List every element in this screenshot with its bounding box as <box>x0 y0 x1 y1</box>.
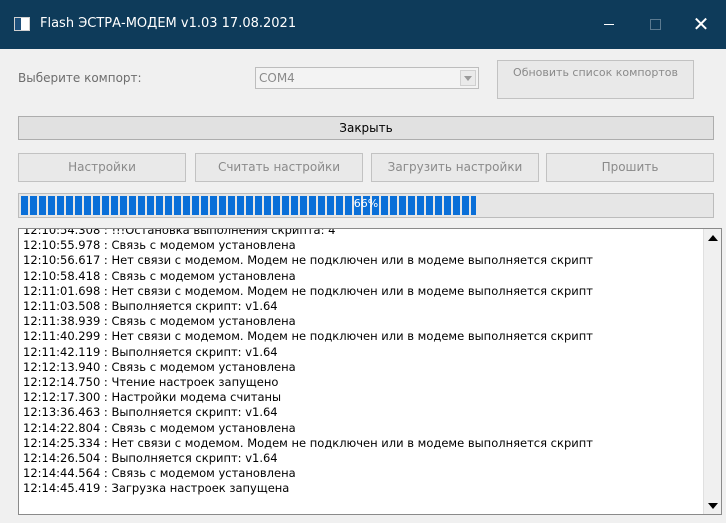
log-line: 12:11:40.299 : Нет связи с модемом. Моде… <box>23 329 593 344</box>
log-line: 12:10:55.978 : Связь с модемом установле… <box>23 238 296 253</box>
window-close-button[interactable]: ✕ <box>678 0 724 49</box>
maximize-button <box>632 0 678 49</box>
port-select[interactable]: COM4 <box>255 67 479 89</box>
chevron-down-icon[interactable] <box>460 70 476 86</box>
port-select-value: COM4 <box>259 71 295 85</box>
settings-button[interactable]: Настройки <box>18 153 186 182</box>
scroll-down-icon[interactable] <box>704 497 721 514</box>
log-line: 12:11:38.939 : Связь с модемом установле… <box>23 314 296 329</box>
log-line: 12:10:58.418 : Связь с модемом установле… <box>23 268 296 283</box>
log-scrollbar[interactable] <box>703 229 721 514</box>
log-line: 12:14:44.564 : Связь с модемом установле… <box>23 466 296 481</box>
log-line: 12:11:42.119 : Выполняется скрипт: v1.64 <box>23 344 278 359</box>
refresh-ports-button[interactable]: Обновить список компортов <box>497 60 694 99</box>
log-line: 12:11:01.698 : Нет связи с модемом. Моде… <box>23 283 593 298</box>
title-bar: Flash ЭСТРА-МОДЕМ v1.03 17.08.2021 ✕ <box>0 0 726 49</box>
flash-button[interactable]: Прошить <box>546 153 714 182</box>
log-line: 12:10:56.617 : Нет связи с модемом. Моде… <box>23 253 593 268</box>
scroll-up-icon[interactable] <box>704 229 721 246</box>
window-title: Flash ЭСТРА-МОДЕМ v1.03 17.08.2021 <box>40 16 297 31</box>
read-settings-button[interactable]: Считать настройки <box>195 153 363 182</box>
log-line: 12:12:17.300 : Настройки модема считаны <box>23 390 282 405</box>
close-port-button[interactable]: Закрыть <box>18 116 714 140</box>
log-line: 12:14:22.804 : Связь с модемом установле… <box>23 420 296 435</box>
progress-label: 66% <box>353 197 379 210</box>
app-icon <box>14 17 30 31</box>
log-line: 12:13:36.463 : Выполняется скрипт: v1.64 <box>23 405 278 420</box>
log-line: 12:11:03.508 : Выполняется скрипт: v1.64 <box>23 299 278 314</box>
log-line: 12:12:13.940 : Связь с модемом установле… <box>23 359 296 374</box>
log-line: 12:14:25.334 : Нет связи с модемом. Моде… <box>23 435 593 450</box>
log-area[interactable]: 12:10:54.308 : !!!Остановка выполнения с… <box>18 228 722 515</box>
port-label: Выберите компорт: <box>18 71 142 85</box>
log-line: 12:14:45.419 : Загрузка настроек запущен… <box>23 481 290 496</box>
log-line: 12:10:54.308 : !!!Остановка выполнения с… <box>23 228 336 237</box>
load-settings-button[interactable]: Загрузить настройки <box>371 153 539 182</box>
log-line: 12:12:14.750 : Чтение настроек запущено <box>23 375 279 390</box>
minimize-button[interactable] <box>586 0 632 49</box>
log-line: 12:14:26.504 : Выполняется скрипт: v1.64 <box>23 451 278 466</box>
progress-bar: 66% <box>18 193 714 218</box>
log-lines: 12:10:54.308 : !!!Остановка выполнения с… <box>23 228 698 497</box>
